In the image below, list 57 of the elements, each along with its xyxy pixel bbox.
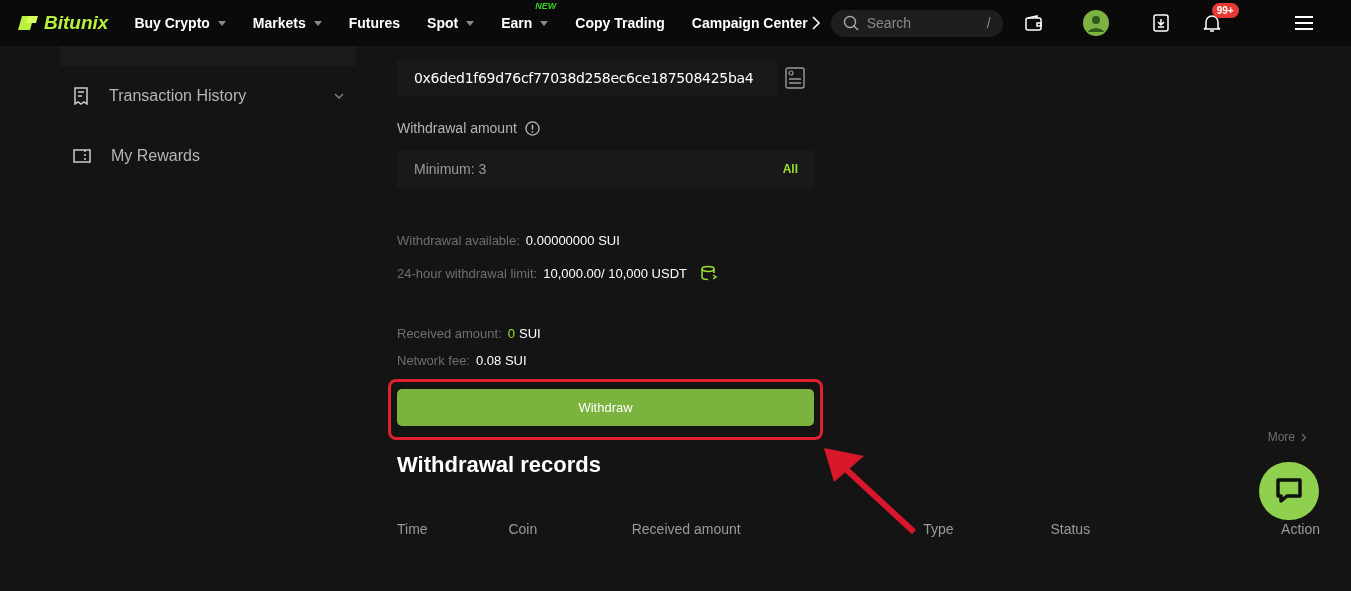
received-unit: SUI	[519, 325, 541, 343]
all-button[interactable]: All	[782, 160, 798, 178]
sidebar-item[interactable]: Transaction History	[60, 66, 356, 126]
nav-link[interactable]: Copy Trading	[575, 12, 665, 34]
limit-value: 10,000.00/ 10,000 USDT	[543, 264, 687, 283]
records-title: Withdrawal records	[397, 451, 601, 479]
brand-name: Bitunix	[44, 10, 109, 35]
search-input[interactable]: Search	[866, 12, 967, 34]
receipt-icon	[73, 87, 89, 105]
column-header: Status	[1050, 520, 1092, 539]
limit-label: 24-hour withdrawal limit:	[397, 264, 538, 283]
nav-link[interactable]: Buy Crypto	[134, 12, 226, 34]
column-header: Type	[923, 520, 955, 539]
menu-icon[interactable]	[1295, 16, 1313, 30]
shortcut-hint: /	[986, 13, 991, 33]
nav-link[interactable]: Campaign Center	[691, 12, 808, 34]
new-label: NEW	[535, 0, 557, 13]
nav-link[interactable]: Markets	[252, 12, 322, 34]
nav-link[interactable]: Spot	[427, 12, 475, 34]
search-icon	[842, 15, 859, 31]
caret-icon	[313, 20, 322, 26]
received-value: 0	[507, 325, 515, 343]
wallet-icon[interactable]	[1024, 15, 1043, 31]
chat-icon	[1275, 478, 1303, 504]
avatar-icon[interactable]	[1082, 10, 1109, 36]
fee-value: 0.08 SUI	[476, 351, 527, 370]
caret-icon	[217, 20, 226, 26]
notification-bell-icon[interactable]	[1202, 13, 1221, 33]
chat-button[interactable]	[1259, 462, 1319, 520]
caret-icon	[540, 20, 549, 26]
address-field[interactable]: 0x6ded1f69d76cf77038d258ec6ce187508425ba4	[397, 60, 777, 96]
received-label: Received amount:	[397, 325, 502, 343]
download-icon[interactable]	[1152, 14, 1169, 32]
limit-label: Withdrawal available:	[397, 232, 520, 250]
column-header: Received amount	[631, 520, 742, 539]
coin-stack-icon[interactable]	[701, 265, 719, 282]
chevron-right-icon[interactable]	[810, 16, 821, 30]
sidebar-item[interactable]: My Rewards	[60, 126, 356, 186]
amount-input[interactable]: Minimum: 3	[414, 158, 714, 180]
notification-count-badge: 99+	[1211, 3, 1239, 18]
nav-link[interactable]: Futures	[348, 12, 401, 34]
more-link[interactable]: More	[1267, 428, 1307, 446]
search-field[interactable]: Search /	[830, 9, 1003, 37]
column-header: Coin	[508, 520, 539, 539]
amount-field[interactable]: Minimum: 3 All	[397, 150, 814, 188]
logo-icon	[18, 14, 40, 32]
column-header: Action	[1280, 520, 1320, 539]
column-header: Time	[397, 520, 429, 539]
chevron-right-icon	[1301, 432, 1307, 442]
amount-label: Withdrawal amount	[397, 119, 517, 138]
caret-icon	[466, 20, 475, 26]
fee-label: Network fee:	[397, 351, 470, 370]
ticket-icon	[73, 148, 91, 164]
info-icon[interactable]	[524, 121, 540, 136]
address-book-icon[interactable]	[785, 67, 805, 89]
limit-value: 0.00000000 SUI	[525, 232, 620, 250]
chevron-down-icon	[334, 93, 344, 99]
